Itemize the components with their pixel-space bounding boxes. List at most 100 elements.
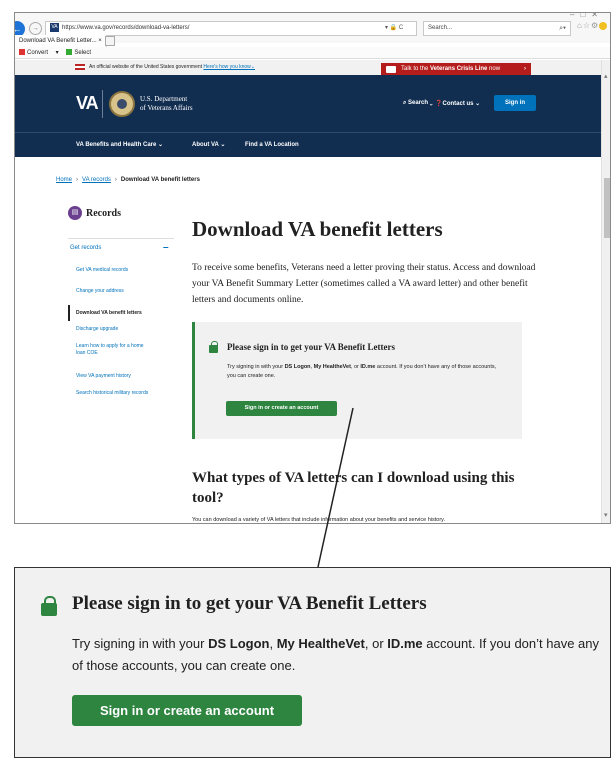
convert-menu[interactable]: Convert ▾ xyxy=(19,49,59,56)
dept-name: U.S. Department of Veterans Affairs xyxy=(140,95,193,113)
browser-window: ← → VAhttps://www.va.gov/records/downloa… xyxy=(14,12,611,524)
sidebar-title: Records xyxy=(86,208,121,219)
callout-text-part: , xyxy=(269,636,277,651)
heres-how-link[interactable]: Here's how you know xyxy=(203,64,250,70)
window-controls[interactable]: –□✕ xyxy=(570,13,604,19)
callout-sign-in-button[interactable]: Sign in or create an account xyxy=(72,695,302,726)
nav-benefits-label: VA Benefits and Health Care xyxy=(76,142,157,148)
crisis-bold: Veterans Crisis Line xyxy=(430,66,488,72)
callout-text-part: Try signing in with your xyxy=(72,636,209,651)
heres-how-chevron-icon: ⌄ xyxy=(250,64,255,70)
tab-row: Download VA Benefit Letter... × xyxy=(15,35,610,47)
collapse-icon[interactable]: – xyxy=(163,242,169,253)
sidebar-item-payment-history[interactable]: View VA payment history xyxy=(76,373,171,380)
search-box[interactable]: Search... ⌕▾ xyxy=(423,21,571,36)
sidebar-item-change-address[interactable]: Change your address xyxy=(76,288,171,295)
sidebar-item-home-loan[interactable]: Learn how to apply for a home loan COE xyxy=(76,343,146,357)
letters-heading: What types of VA letters can I download … xyxy=(192,470,515,506)
browser-icons[interactable]: ⌂☆⚙ xyxy=(577,21,608,30)
header-contact-label: Contact us xyxy=(442,101,474,107)
callout-title: Please sign in to get your VA Benefit Le… xyxy=(72,593,427,614)
header-sign-in-button[interactable]: Sign in xyxy=(494,95,536,111)
lock-icon xyxy=(209,341,218,353)
logo-divider xyxy=(102,90,103,118)
smiley-icon xyxy=(599,21,608,30)
crisis-prefix: Talk to the xyxy=(401,66,431,72)
va-favicon-icon: VA xyxy=(50,22,59,32)
page-title: Download VA benefit letters xyxy=(192,217,443,241)
va-seal-icon xyxy=(109,91,135,117)
alert-ds-logon: DS Logon xyxy=(284,364,311,370)
callout-ds-logon: DS Logon xyxy=(208,636,270,651)
main-nav: VA Benefits and Health Care ⌄ About VA ⌄… xyxy=(15,132,601,157)
dept-line2: of Veterans Affairs xyxy=(140,104,193,112)
breadcrumb-records[interactable]: VA records xyxy=(82,177,111,183)
header-contact-button[interactable]: ❓Contact us ⌄ xyxy=(435,100,480,107)
breadcrumb-sep: › xyxy=(76,177,79,183)
letters-intro: You can download a variety of VA letters… xyxy=(192,517,446,523)
new-tab-button[interactable] xyxy=(105,36,115,46)
callout-text: Try signing in with your DS Logon, My He… xyxy=(72,633,602,677)
select-label: Select xyxy=(74,50,92,56)
sidebar-item-historical-records[interactable]: Search historical military records xyxy=(76,390,156,397)
convert-label: Convert xyxy=(27,50,49,56)
browser-toolbar: ← → VAhttps://www.va.gov/records/downloa… xyxy=(15,13,610,47)
va-header: VA U.S. Department of Veterans Affairs ⌕ … xyxy=(15,75,601,132)
scroll-down-icon[interactable]: ▾ xyxy=(604,511,608,519)
command-bar: Convert ▾ Select xyxy=(15,47,610,59)
alert-text-part: Try signing in with your xyxy=(227,364,285,370)
page-lede: To receive some benefits, Veterans need … xyxy=(192,263,536,305)
address-tools[interactable]: ▾ 🔒 C xyxy=(385,21,403,36)
header-search-label: Search xyxy=(408,100,429,106)
va-seal-center xyxy=(117,99,127,109)
scroll-up-icon[interactable]: ▴ xyxy=(604,72,608,80)
nav-about-label: About VA xyxy=(192,142,219,148)
zoom-callout: Please sign in to get your VA Benefit Le… xyxy=(14,567,611,758)
figure: ← → VAhttps://www.va.gov/records/downloa… xyxy=(0,0,611,761)
callout-my-healthevet: My HealtheVet xyxy=(276,636,365,651)
va-logo[interactable]: VA xyxy=(76,93,99,114)
address-bar[interactable]: VA https://www.va.gov/records/download-va… xyxy=(45,21,417,36)
page-scrollbar[interactable]: ▴ ▾ xyxy=(601,60,610,523)
alert-text-part: , or xyxy=(350,364,361,370)
sign-in-alert: Please sign in to get your VA Benefit Le… xyxy=(192,322,522,439)
sidebar-item-discharge-upgrade[interactable]: Discharge upgrade xyxy=(76,326,171,333)
sidebar-section[interactable]: Get records xyxy=(70,245,101,251)
gov-banner-text: An official website of the United States… xyxy=(89,64,203,70)
sidebar-item-medical-records[interactable]: Get VA medical records xyxy=(76,267,171,274)
breadcrumb-sep: › xyxy=(114,177,117,183)
callout-id-me: ID.me xyxy=(387,636,423,651)
crisis-suffix: now xyxy=(487,66,501,72)
records-icon: ▤ xyxy=(68,206,82,220)
web-page: An official website of the United States… xyxy=(15,60,601,523)
nav-find-location[interactable]: Find a VA Location xyxy=(245,133,299,157)
breadcrumb: Home › VA records › Download VA benefit lett… xyxy=(56,177,200,183)
alert-title: Please sign in to get your VA Benefit Le… xyxy=(227,342,395,352)
dept-line1: U.S. Department xyxy=(140,95,188,103)
search-icon: ⌕▾ xyxy=(559,25,566,32)
crisis-line-icon xyxy=(386,66,396,73)
sidebar-divider xyxy=(68,238,174,239)
us-flag-icon xyxy=(75,63,85,70)
address-url: https://www.va.gov/records/download-va-l… xyxy=(62,25,190,31)
breadcrumb-home[interactable]: Home xyxy=(56,177,72,183)
search-placeholder: Search... xyxy=(428,25,453,31)
alert-text: Try signing in with your DS Logon, My He… xyxy=(227,363,497,381)
tab-active[interactable]: Download VA Benefit Letter... × xyxy=(15,35,107,47)
nav-about[interactable]: About VA ⌄ xyxy=(192,133,225,157)
sidebar-item-download-letters-label: Download VA benefit letters xyxy=(76,310,142,316)
nav-benefits[interactable]: VA Benefits and Health Care ⌄ xyxy=(76,133,163,157)
sign-in-create-account-button[interactable]: Sign in or create an account xyxy=(226,401,337,416)
tab-label: Download VA Benefit Letter... xyxy=(19,38,97,44)
lock-icon-large xyxy=(41,596,57,616)
callout-text-part: , or xyxy=(364,636,388,651)
breadcrumb-current: Download VA benefit letters xyxy=(120,177,200,183)
header-search-button[interactable]: ⌕ Search ⌄ xyxy=(403,100,433,107)
forward-button[interactable]: → xyxy=(29,22,42,35)
alert-id-me: ID.me xyxy=(360,364,376,370)
sidebar-item-download-letters[interactable]: Download VA benefit letters xyxy=(68,305,174,321)
alert-my-healthevet: My HealtheVet xyxy=(313,364,351,370)
scroll-thumb[interactable] xyxy=(604,178,610,238)
select-menu[interactable]: Select xyxy=(66,49,97,56)
select-icon xyxy=(66,49,73,56)
